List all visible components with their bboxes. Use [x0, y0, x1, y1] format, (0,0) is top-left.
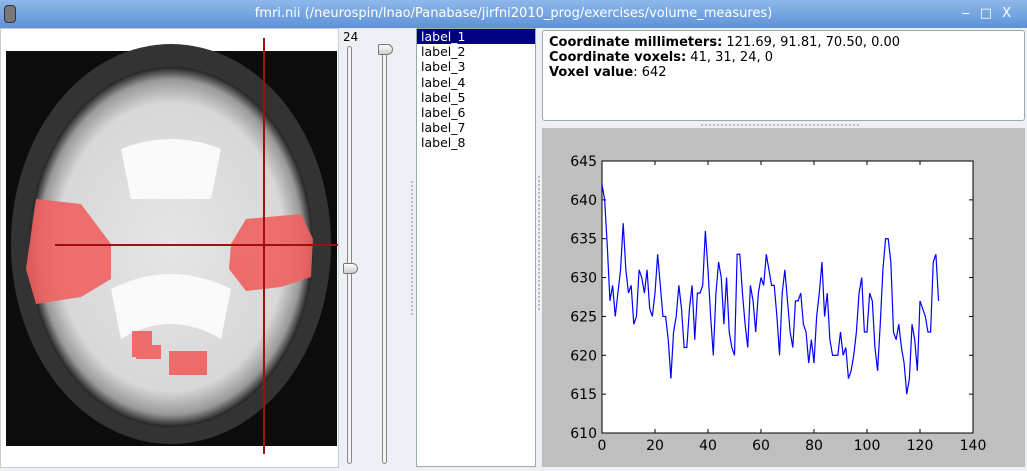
minimize-button[interactable]: ‒	[962, 6, 980, 21]
slice-number: 24	[343, 30, 358, 44]
list-item[interactable]: label_1	[417, 29, 535, 44]
list-item[interactable]: label_7	[417, 120, 535, 135]
splitter-handle[interactable]	[410, 180, 414, 315]
brain-slice-view[interactable]	[0, 28, 339, 468]
voxel-label: Coordinate voxels:	[549, 50, 686, 65]
y-tick-label: 635	[570, 232, 597, 248]
mm-label: Coordinate millimeters:	[549, 35, 722, 50]
slice-slider[interactable]	[347, 46, 352, 464]
x-tick-label: 140	[960, 438, 987, 454]
voxel-value: : 642	[633, 65, 666, 80]
voxel-coord-value: 41, 31, 24, 0	[686, 50, 773, 65]
app-icon[interactable]	[4, 5, 16, 23]
time-slider-thumb[interactable]	[378, 44, 393, 55]
list-item[interactable]: label_8	[417, 135, 535, 150]
y-tick-label: 620	[570, 348, 597, 364]
x-tick-label: 60	[752, 438, 770, 454]
title-bar: fmri.nii (/neurospin/lnao/Panabase/jirfn…	[0, 0, 1027, 28]
splitter-handle[interactable]	[700, 123, 860, 127]
y-tick-label: 625	[570, 309, 597, 325]
maximize-button[interactable]: □	[980, 6, 1002, 21]
y-tick-label: 640	[570, 193, 597, 209]
y-tick-label: 615	[570, 387, 597, 403]
window-title: fmri.nii (/neurospin/lnao/Panabase/jirfn…	[255, 6, 773, 21]
list-item[interactable]: label_2	[417, 44, 535, 59]
time-course-plot: 0 20 40 60 80 100 120 140 610 615 620 625 630 635 640 6…	[542, 128, 1025, 467]
x-tick-label: 20	[646, 438, 664, 454]
x-tick-label: 0	[598, 438, 607, 454]
mm-value: 121.69, 91.81, 70.50, 0.00	[722, 35, 900, 50]
splitter-handle[interactable]	[537, 175, 541, 310]
list-item[interactable]: label_4	[417, 75, 535, 90]
close-button[interactable]: X	[1002, 6, 1021, 21]
y-tick-label: 610	[570, 426, 597, 442]
y-tick-label: 645	[570, 154, 597, 170]
list-item[interactable]: label_6	[417, 105, 535, 120]
ventricle-front	[121, 139, 221, 199]
y-tick-label: 630	[570, 271, 597, 287]
voxel-info-panel: Coordinate millimeters: 121.69, 91.81, 7…	[542, 30, 1025, 121]
slice-slider-thumb[interactable]	[343, 263, 358, 274]
time-slider[interactable]	[382, 46, 387, 464]
voxel-value-label: Voxel value	[549, 65, 633, 80]
label-list[interactable]: label_1 label_2 label_3 label_4 label_5 …	[416, 28, 536, 467]
list-item[interactable]: label_5	[417, 90, 535, 105]
plot-svg: 0 20 40 60 80 100 120 140 610 615 620 625 630 635 640 6…	[542, 128, 1025, 467]
x-tick-label: 80	[805, 438, 823, 454]
x-tick-label: 100	[854, 438, 881, 454]
x-tick-label: 40	[699, 438, 717, 454]
x-tick-label: 120	[907, 438, 934, 454]
list-item[interactable]: label_3	[417, 59, 535, 74]
